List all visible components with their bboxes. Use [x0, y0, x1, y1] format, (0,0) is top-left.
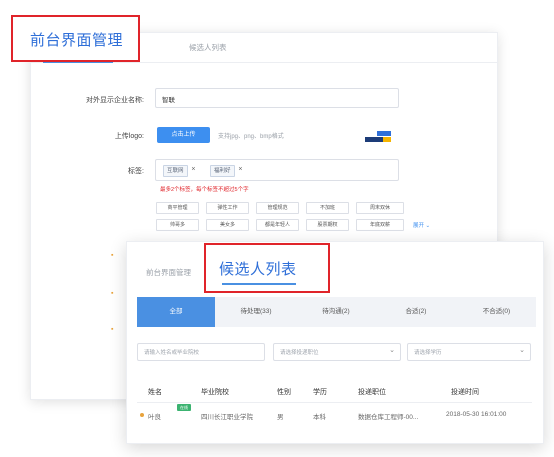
- status-tab-bar: 全部 待处理(33) 待沟通(2) 合适(2) 不合适(0): [137, 297, 536, 327]
- tag-chip-label: 福利好: [214, 168, 231, 174]
- active-tab-underline: [222, 283, 296, 285]
- candidate-time: 2018-05-30 16:01:00: [446, 411, 507, 418]
- tags-input[interactable]: 互联网 × 福利好 ×: [155, 159, 399, 181]
- company-name-input[interactable]: 智联: [155, 88, 399, 108]
- unread-dot-icon: [140, 413, 144, 417]
- tag-option[interactable]: 管理规范: [256, 202, 299, 214]
- chevron-down-icon: ⌄: [519, 347, 525, 354]
- tab-candidate-list[interactable]: 候选人列表: [189, 42, 227, 53]
- tag-option[interactable]: 美女多: [206, 219, 249, 231]
- tab-frontend-management[interactable]: 前台界面管理: [30, 29, 123, 50]
- column-header-gender[interactable]: 性别: [277, 387, 291, 397]
- column-header-education[interactable]: 学历: [313, 387, 327, 397]
- expand-link[interactable]: 展开 ⌄: [413, 221, 430, 229]
- education-select[interactable]: 请选择学历 ⌄: [407, 343, 531, 361]
- company-name-label: 对外显示企业名称:: [86, 97, 144, 104]
- tags-label: 标签:: [128, 168, 144, 175]
- status-tab-unsuitable[interactable]: 不合适(0): [457, 297, 536, 327]
- search-input[interactable]: 请输入姓名或毕业院校: [137, 343, 265, 361]
- column-header-school[interactable]: 毕业院校: [201, 387, 229, 397]
- close-icon[interactable]: ×: [238, 165, 242, 175]
- candidate-position: 数据仓库工程师-00...: [358, 414, 419, 421]
- status-badge: 在线: [177, 404, 191, 411]
- company-logo-icon: [365, 131, 391, 142]
- tag-chip-label: 互联网: [167, 168, 184, 174]
- logo-label: 上传logo:: [114, 133, 144, 140]
- tag-option[interactable]: 帅哥多: [156, 219, 199, 231]
- tag-option[interactable]: 周末双休: [356, 202, 404, 214]
- status-tab-pending[interactable]: 待处理(33): [217, 297, 295, 327]
- status-tab-to-contact[interactable]: 待沟通(2): [297, 297, 375, 327]
- position-placeholder: 请选择投递职位: [280, 350, 319, 356]
- status-tab-suitable[interactable]: 合适(2): [377, 297, 455, 327]
- candidate-education: 本科: [313, 414, 326, 421]
- column-header-position[interactable]: 投递职位: [358, 387, 386, 397]
- column-header-time[interactable]: 投递时间: [451, 387, 479, 397]
- tag-option[interactable]: 商平管理: [156, 202, 199, 214]
- candidate-name[interactable]: 叶良: [148, 411, 161, 421]
- field-marker: ▪: [111, 252, 114, 259]
- tab-frontend-management-front[interactable]: 前台界面管理: [146, 267, 191, 278]
- chevron-down-icon: ⌄: [389, 347, 395, 354]
- tag-option[interactable]: 年底双薪: [356, 219, 404, 231]
- close-icon[interactable]: ×: [191, 165, 195, 175]
- tab-candidate-list-title[interactable]: 候选人列表: [219, 258, 297, 279]
- tags-hint: 最多2个标签，每个标签不超过5个字: [160, 187, 249, 193]
- tag-option[interactable]: 不加班: [306, 202, 349, 214]
- company-name-value: 智联: [162, 97, 175, 104]
- upload-hint: 支持jpg、png、bmp格式: [218, 134, 284, 140]
- candidate-gender: 男: [277, 414, 284, 421]
- tag-option[interactable]: 股票期权: [306, 219, 349, 231]
- tab-frontend-management-highlight[interactable]: 前台界面管理: [11, 15, 140, 62]
- field-marker: ▪: [111, 290, 114, 297]
- tag-chip: 互联网 ×: [163, 165, 196, 177]
- candidate-school: 四川长江职业学院: [201, 414, 253, 421]
- search-placeholder: 请输入姓名或毕业院校: [144, 350, 200, 356]
- upload-button[interactable]: 点击上传: [157, 127, 210, 143]
- column-header-name[interactable]: 姓名: [148, 387, 162, 397]
- tag-option[interactable]: 都是年轻人: [256, 219, 299, 231]
- tag-option[interactable]: 弹性工作: [206, 202, 249, 214]
- header-divider: [137, 402, 532, 403]
- field-marker: ▪: [111, 326, 114, 333]
- position-select[interactable]: 请选择投递职位 ⌄: [273, 343, 401, 361]
- status-tab-all[interactable]: 全部: [137, 297, 215, 327]
- education-placeholder: 请选择学历: [414, 350, 442, 356]
- tag-chip: 福利好 ×: [210, 165, 243, 177]
